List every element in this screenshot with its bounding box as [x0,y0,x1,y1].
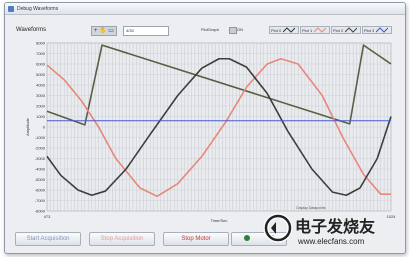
y-tick-label: 8000 [36,41,46,46]
legend-item-plot2[interactable]: Plot 2 [331,26,361,34]
graph-palette[interactable]: + ✋ ▭ [91,26,117,36]
legend-label: Plot 0 [271,27,282,33]
value-field[interactable]: 4/33 [123,26,169,36]
y-tick-label: 3000 [36,93,46,98]
plotgraph-toggle[interactable] [229,27,237,34]
y-tick-label: -1000 [35,135,46,140]
power-icon [243,235,250,242]
start-acquisition-button[interactable]: Start Acquisition [15,232,81,246]
plotgraph-label: PlotGraph [201,27,220,32]
legend-label: Plot 3 [364,27,375,33]
legend-swatch-icon [283,27,296,33]
waveforms-label: Waveforms [16,27,47,33]
y-tick-label: -4000 [35,167,46,172]
waveform-chart: 8000 7000 6000 5000 4000 3000 2000 1000 0 -1000 -2… [25,41,396,224]
watermark-logo: 电子发烧友 www.elecfans.com [263,213,376,246]
plot-legend: Plot 0 Plot 1 Plot 2 Plot 3 [269,26,392,34]
y-tick-label: 2000 [36,104,46,109]
window-title: Debug Waveforms [17,5,59,12]
plotgraph-on-label: ON [237,27,243,32]
y-tick-label: -8000 [35,209,46,214]
x-axis-label: Time/Sec [211,218,228,223]
legend-item-plot1[interactable]: Plot 1 [300,26,330,34]
y-tick-label: 4000 [36,83,46,88]
y-tick-label: -2000 [35,146,46,151]
legend-swatch-icon [314,27,327,33]
app-icon [8,5,14,12]
legend-label: Plot 1 [302,27,313,33]
legend-item-plot3[interactable]: Plot 3 [362,26,392,34]
title-bar: Debug Waveforms [5,3,405,15]
y-tick-label: -7000 [35,198,46,203]
y-tick-label: 5000 [36,72,46,77]
y-tick-label: -6000 [35,188,46,193]
legend-item-plot0[interactable]: Plot 0 [269,26,299,34]
y-tick-label: 7000 [36,51,46,56]
watermark-url: www.elecfans.com [297,237,365,246]
waveform-graph[interactable]: 8000 7000 6000 5000 4000 3000 2000 1000 0 -1000 -2… [11,39,401,225]
y-tick-label: 6000 [36,62,46,67]
stop-motor-button[interactable]: Stop Motor [163,232,229,246]
y-tick-label: 1000 [36,114,46,119]
y-tick-label: -5000 [35,177,46,182]
stop-acquisition-button[interactable]: Stop Acquisition [89,232,155,246]
y-tick-label: -3000 [35,156,46,161]
legend-label: Plot 2 [333,27,344,33]
watermark-brand: 电子发烧友 [295,217,376,236]
y-tick-label: 0 [43,125,46,130]
legend-swatch-icon [376,27,389,33]
x-tick-label: 473 [44,214,51,219]
graph-toolbar: Waveforms + ✋ ▭ 4/33 PlotGraph ON Plot 0… [5,23,405,37]
legend-swatch-icon [345,27,358,33]
y-axis-label: Amplitude [25,117,30,136]
